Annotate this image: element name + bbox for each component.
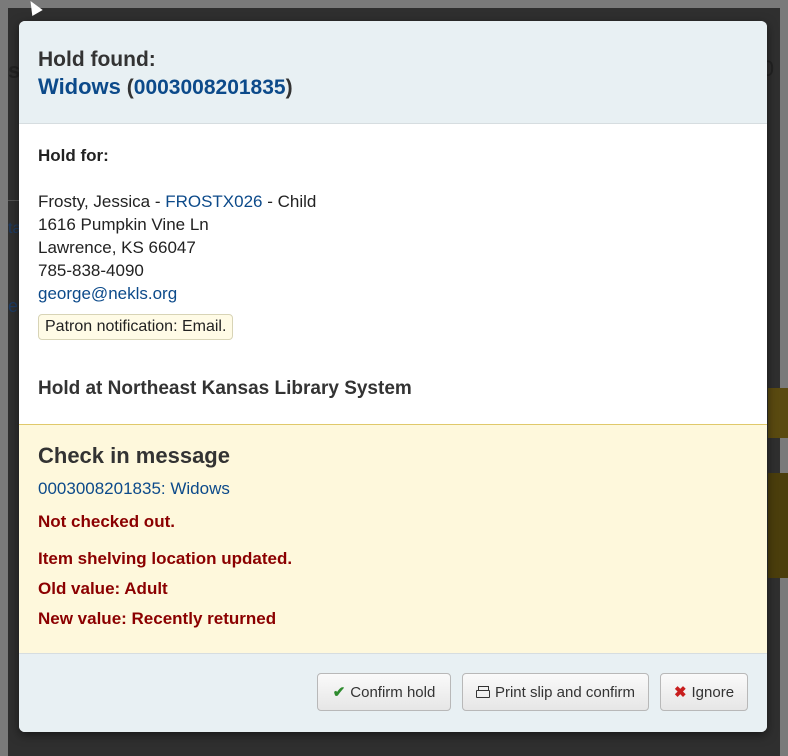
patron-line: Frosty, Jessica - FROSTX026 - Child xyxy=(38,190,748,213)
patron-notification-badge: Patron notification: Email. xyxy=(38,314,234,340)
location-updated-message: Item shelving location updated. xyxy=(38,549,293,568)
x-icon: ✖ xyxy=(673,684,687,701)
hold-at-library: Hold at Northeast Kansas Library System xyxy=(38,378,412,399)
confirm-hold-label: Confirm hold xyxy=(350,683,436,701)
patron-address-block: Frosty, Jessica - FROSTX026 - Child 1616… xyxy=(38,190,748,305)
hold-for-label: Hold for: xyxy=(38,146,109,165)
print-slip-label: Print slip and confirm xyxy=(494,683,636,701)
patron-phone: 785-838-4090 xyxy=(38,261,144,280)
background-link-fragment-2: e xyxy=(8,296,19,316)
modal-header: Hold found: Widows (0003008201835) xyxy=(19,21,767,124)
not-checked-out-message: Not checked out. xyxy=(38,512,175,531)
item-title-link[interactable]: Widows xyxy=(38,74,121,99)
hold-found-modal: Hold found: Widows (0003008201835) Hold … xyxy=(19,21,767,732)
print-icon xyxy=(475,686,490,698)
ignore-label: Ignore xyxy=(691,683,735,701)
patron-card-link[interactable]: FROSTX026 xyxy=(165,192,262,211)
patron-email-link[interactable]: george@nekls.org xyxy=(38,284,177,303)
modal-item: Widows (0003008201835) xyxy=(38,74,748,101)
confirm-hold-button[interactable]: ✔ Confirm hold xyxy=(317,673,451,711)
checkin-message-box: Check in message 0003008201835: Widows N… xyxy=(19,424,767,654)
checkin-item-link[interactable]: 0003008201835: Widows xyxy=(38,479,748,499)
address-line1: 1616 Pumpkin Vine Ln xyxy=(38,215,209,234)
barcode-close-paren: ) xyxy=(285,76,293,99)
print-slip-and-confirm-button[interactable]: Print slip and confirm xyxy=(462,673,649,711)
modal-footer: ✔ Confirm hold Print slip and confirm ✖ … xyxy=(19,653,767,732)
new-value-message: New value: Recently returned xyxy=(38,609,277,628)
barcode-link[interactable]: 0003008201835 xyxy=(134,76,286,99)
address-line2: Lawrence, KS 66047 xyxy=(38,238,196,257)
old-value-message: Old value: Adult xyxy=(38,579,168,598)
modal-body: Hold for: Frosty, Jessica - FROSTX026 - … xyxy=(19,124,767,424)
modal-title: Hold found: xyxy=(38,48,156,71)
ignore-button[interactable]: ✖ Ignore xyxy=(660,673,748,711)
background-alert-band xyxy=(768,388,788,438)
barcode-open-paren: ( xyxy=(126,76,134,99)
background-alert-band-2 xyxy=(768,473,788,578)
checkin-message-title: Check in message xyxy=(38,443,230,468)
patron-category: - Child xyxy=(262,192,317,211)
patron-name: Frosty, Jessica - xyxy=(38,192,166,211)
check-icon: ✔ xyxy=(332,684,346,701)
